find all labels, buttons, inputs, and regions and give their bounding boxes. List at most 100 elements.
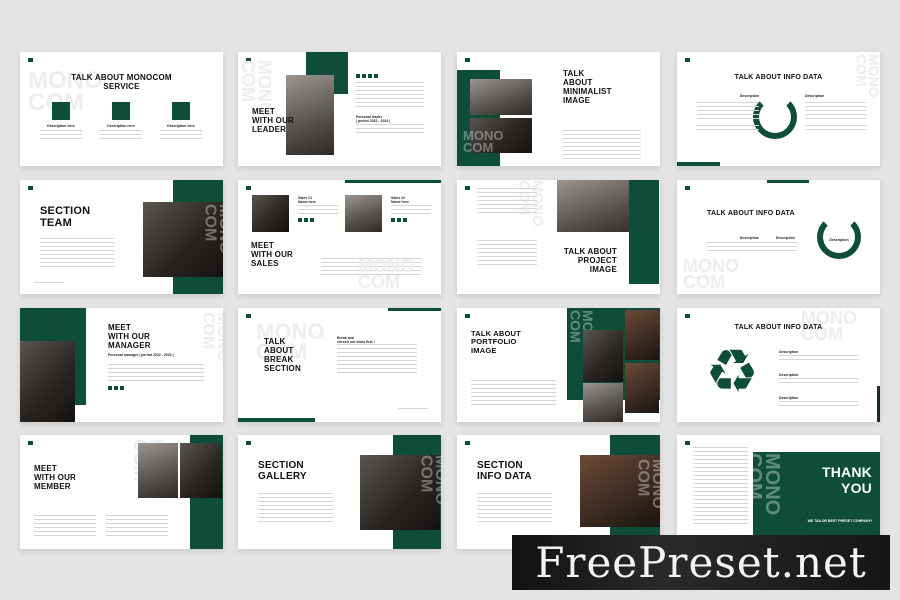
brand-watermark: MONO COM — [417, 455, 441, 505]
slide-label: Personal leader | period 2022 - 2024 | — [356, 115, 391, 124]
photo — [583, 330, 623, 382]
slide-label: Description here — [167, 124, 195, 128]
body-text-placeholder — [298, 205, 338, 215]
slide-label: Sales #2 Name here — [391, 196, 409, 205]
slide-label: Sales #1 Name here — [298, 196, 316, 205]
slide-label: Description — [779, 350, 799, 354]
body-text-placeholder — [40, 130, 82, 140]
slide-section-info-data[interactable]: MONO COM SECTION INFO DATA — [457, 435, 660, 549]
body-text-placeholder — [563, 130, 641, 162]
brand-watermark: MONO COM — [201, 204, 223, 254]
body-text-placeholder — [106, 515, 168, 537]
body-text-placeholder — [337, 344, 417, 374]
slide-label: Description — [739, 236, 759, 240]
brand-watermark: MONO COM — [358, 256, 414, 293]
body-text-placeholder — [693, 447, 748, 525]
body-text-placeholder — [391, 205, 431, 215]
slide-label: Description here — [107, 124, 135, 128]
logo-icon — [246, 441, 251, 445]
truck-icon — [172, 102, 190, 120]
slide-title: MEET WITH OUR MANAGER — [108, 323, 151, 350]
slide-title: MEET WITH OUR MEMBER — [34, 464, 77, 491]
slide-info-data-3[interactable]: MONO COM TALK ABOUT INFO DATA ♻ Description… — [677, 308, 880, 422]
body-text-placeholder — [477, 188, 537, 216]
logo-icon — [246, 314, 251, 318]
social-icons — [108, 386, 126, 390]
slide-label: Description — [805, 94, 825, 98]
body-text-placeholder — [707, 242, 797, 252]
logo-icon — [685, 58, 690, 62]
green-block — [238, 418, 315, 422]
slide-title: TALK ABOUT BREAK SECTION — [264, 337, 301, 373]
photo — [252, 195, 289, 232]
body-text-placeholder — [779, 355, 859, 363]
logo-icon — [28, 441, 33, 445]
social-icons — [391, 218, 407, 222]
slide-title: TALK ABOUT MONOCOM SERVICE — [71, 73, 172, 91]
body-text-placeholder — [108, 364, 204, 382]
green-block — [677, 162, 720, 166]
user-icon — [52, 102, 70, 120]
green-block — [345, 180, 441, 183]
body-text-placeholder — [477, 493, 552, 523]
slide-info-data-1[interactable]: TALK ABOUT INFO DATA Description Descripti… — [677, 52, 880, 166]
slide-thank-you[interactable]: MONO COM THANK YOU WE TAILOR BEST PRESET C… — [677, 435, 880, 549]
body-text-placeholder — [697, 125, 759, 133]
slide-info-data-2[interactable]: TALK ABOUT INFO DATA Description Descripti… — [677, 180, 880, 294]
slide-member[interactable]: MONO COMMEET WITH OUR MEMBER — [20, 435, 223, 549]
slide-label: Personal manager | period 2022 - 2024 | — [108, 353, 174, 357]
slide-break-section[interactable]: MONO COM TALK ABOUT BREAK SECTION Break an… — [238, 308, 441, 422]
photo — [470, 79, 532, 115]
logo-icon — [28, 58, 33, 62]
watermark: FreePreset.net — [512, 535, 890, 590]
logo-icon — [465, 314, 470, 318]
brand-watermark: MONO COM — [199, 312, 223, 362]
logo-icon — [685, 441, 690, 445]
social-icons — [356, 74, 378, 78]
logo-icon — [28, 186, 33, 190]
logo-icon — [246, 186, 251, 190]
slide-title: TALK ABOUT PROJECT IMAGE — [563, 247, 617, 274]
slide-project-image[interactable]: MONO COMTALK ABOUT PROJECT IMAGE — [457, 180, 660, 294]
photo — [20, 341, 75, 422]
slide-title: MEET WITH OUR LEADER — [252, 107, 295, 134]
photo — [345, 195, 382, 232]
slide-title: MEET WITH OUR SALES — [251, 241, 294, 268]
brand-watermark: MONO COM — [853, 54, 880, 98]
slide-manager[interactable]: MONO COM MEET WITH OUR MANAGER Personal ma… — [20, 308, 223, 422]
body-text-placeholder — [398, 408, 428, 410]
slide-section-team[interactable]: MONO COM SECTION TEAM — [20, 180, 223, 294]
body-text-placeholder — [356, 82, 424, 108]
body-text-placeholder — [100, 130, 142, 140]
body-text-placeholder — [697, 102, 759, 120]
brand-watermark: MONO COM — [683, 256, 739, 293]
body-text-placeholder — [805, 125, 867, 133]
body-text-placeholder — [356, 124, 424, 136]
green-block — [629, 180, 659, 284]
slide-service[interactable]: MONO COMTALK ABOUT MONOCOM SERVICEDescri… — [20, 52, 223, 166]
body-text-placeholder — [258, 493, 333, 523]
photo — [180, 443, 222, 498]
slide-portfolio-image[interactable]: MONO COMTALK ABOUT PORTFOLIO IMAGE — [457, 308, 660, 422]
photo — [583, 383, 623, 422]
green-block — [388, 308, 441, 311]
body-text-placeholder — [805, 102, 867, 120]
body-text-placeholder — [779, 378, 859, 386]
slide-label: Description here — [47, 124, 75, 128]
slide-sales[interactable]: Sales #1 Name here Sales #2 Name here MEET… — [238, 180, 441, 294]
slide-label: Description — [775, 236, 795, 240]
slide-title: TALK ABOUT MINIMALIST IMAGE — [563, 69, 612, 105]
social-icons — [298, 218, 314, 222]
recycle-icon: ♻ — [705, 338, 759, 405]
green-block — [767, 180, 809, 183]
slide-title: TALK ABOUT INFO DATA — [734, 324, 823, 331]
photo — [625, 363, 659, 413]
slide-section-gallery[interactable]: MONO COM SECTION GALLERY — [238, 435, 441, 549]
slide-title: SECTION TEAM — [40, 205, 91, 230]
photo — [138, 443, 178, 498]
slide-minimalist-image[interactable]: MONO COM TALK ABOUT MINIMALIST IMAGE — [457, 52, 660, 166]
slide-leader[interactable]: MONO COM MEET WITH OUR LEADER Personal lea… — [238, 52, 441, 166]
brand-watermark: MONO COM — [463, 128, 504, 155]
slide-label: Description — [829, 238, 849, 242]
body-text-placeholder — [34, 282, 64, 284]
